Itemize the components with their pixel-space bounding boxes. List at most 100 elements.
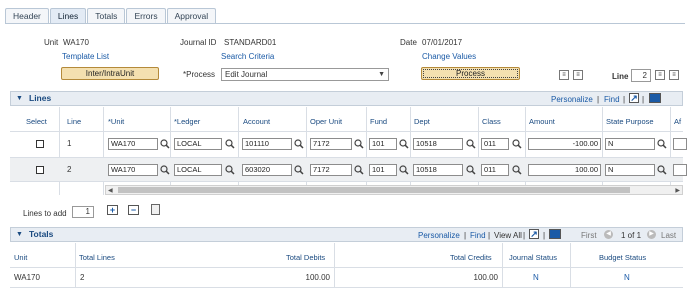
journal-id-value: STANDARD01 xyxy=(224,38,277,47)
process-button[interactable]: Process xyxy=(421,67,520,80)
lookup-icon[interactable] xyxy=(160,139,170,149)
lines-to-add-input[interactable]: 1 xyxy=(72,206,94,218)
table-row: WA170 2 100.00 100.00 N N xyxy=(0,273,693,285)
lines-personalize-link[interactable]: Personalize xyxy=(551,95,593,104)
pager-count: 1 of 1 xyxy=(621,231,642,240)
lookup-icon[interactable] xyxy=(225,165,235,175)
totals-journal-status-link[interactable]: N xyxy=(533,273,539,282)
scroll-left-icon[interactable]: ◀ xyxy=(108,187,113,194)
lookup-icon[interactable] xyxy=(294,139,304,149)
row-divider xyxy=(10,267,683,268)
col-af: Af xyxy=(674,117,682,126)
new-window-icon[interactable]: ↗ xyxy=(629,93,639,103)
row-state-purpose-input[interactable]: N xyxy=(605,164,655,176)
row-fund-input[interactable]: 101 xyxy=(369,138,397,150)
inter-intraunit-button[interactable]: Inter/IntraUnit xyxy=(61,67,159,80)
last-line-icon[interactable]: ≡ xyxy=(573,70,583,80)
tab-totals[interactable]: Totals xyxy=(87,8,126,24)
lines-to-add-label: Lines to add xyxy=(23,209,67,218)
scroll-right-icon[interactable]: ▶ xyxy=(675,187,680,194)
tab-errors[interactable]: Errors xyxy=(126,8,166,24)
lookup-icon[interactable] xyxy=(354,139,364,149)
previous-icon[interactable]: ◀ xyxy=(604,230,613,239)
row-select-checkbox[interactable] xyxy=(36,140,44,148)
tab-header[interactable]: Header xyxy=(5,8,49,24)
tab-lines[interactable]: Lines xyxy=(49,8,87,24)
totals-budget-status-link[interactable]: N xyxy=(624,273,630,282)
line-input[interactable]: 2 xyxy=(631,69,651,82)
totals-find-link[interactable]: Find xyxy=(470,231,486,240)
horizontal-scrollbar[interactable]: ◀ ▶ xyxy=(105,185,683,195)
scrollbar-thumb[interactable] xyxy=(118,187,630,193)
totals-grid-title: Totals xyxy=(29,229,54,239)
pager-last[interactable]: Last xyxy=(661,231,676,240)
row-ledger-input[interactable]: LOCAL xyxy=(174,138,222,150)
lookup-icon[interactable] xyxy=(657,139,667,149)
template-list-link[interactable]: Template List xyxy=(62,52,109,61)
calculator-icon[interactable] xyxy=(151,204,160,215)
row-line: 1 xyxy=(67,139,72,148)
totals-separator-4: | xyxy=(543,231,546,240)
tab-approval[interactable]: Approval xyxy=(166,8,217,24)
next-icon[interactable]: ▶ xyxy=(647,230,656,239)
totals-separator-3: | xyxy=(523,231,526,240)
col-amount: Amount xyxy=(529,117,555,126)
row-select-checkbox[interactable] xyxy=(36,166,44,174)
change-values-link[interactable]: Change Values xyxy=(422,52,476,61)
totals-unit: WA170 xyxy=(14,273,40,282)
lookup-icon[interactable] xyxy=(354,165,364,175)
totals-personalize-link[interactable]: Personalize xyxy=(418,231,460,240)
row-state-purpose-input[interactable]: N xyxy=(605,138,655,150)
search-criteria-link[interactable]: Search Criteria xyxy=(221,52,274,61)
first-line-icon[interactable]: ≡ xyxy=(559,70,569,80)
row-amount-input[interactable]: 100.00 xyxy=(528,164,601,176)
col-ledger: *Ledger xyxy=(174,117,201,126)
lookup-icon[interactable] xyxy=(399,165,409,175)
delete-row-icon[interactable]: − xyxy=(128,205,139,215)
lookup-icon[interactable] xyxy=(512,139,522,149)
line-label: Line xyxy=(612,72,629,81)
row-account-input[interactable]: 603020 xyxy=(242,164,292,176)
totals-col-total-debits: Total Debits xyxy=(286,253,326,262)
lookup-icon[interactable] xyxy=(225,139,235,149)
download-grid-icon[interactable] xyxy=(549,229,561,239)
row-class-input[interactable]: 011 xyxy=(481,164,509,176)
row-class-input[interactable]: 011 xyxy=(481,138,509,150)
lookup-icon[interactable] xyxy=(657,165,667,175)
download-grid-icon[interactable] xyxy=(649,93,661,103)
chevron-down-icon: ▼ xyxy=(378,71,385,78)
row-dept-input[interactable]: 10518 xyxy=(413,138,463,150)
totals-view-all-link[interactable]: View All xyxy=(494,231,522,240)
row-oper-unit-input[interactable]: 7172 xyxy=(310,138,352,150)
lookup-icon[interactable] xyxy=(512,165,522,175)
row-amount-input[interactable]: -100.00 xyxy=(528,138,601,150)
totals-col-unit: Unit xyxy=(14,253,28,262)
row-unit-input[interactable]: WA170 xyxy=(108,138,158,150)
lookup-icon[interactable] xyxy=(294,165,304,175)
row-af-input[interactable] xyxy=(673,138,687,150)
row-ledger-input[interactable]: LOCAL xyxy=(174,164,222,176)
add-row-icon[interactable]: + xyxy=(107,205,118,215)
row-unit-input[interactable]: WA170 xyxy=(108,164,158,176)
process-select[interactable]: Edit Journal ▼ xyxy=(221,68,389,81)
lookup-icon[interactable] xyxy=(399,139,409,149)
lookup-icon[interactable] xyxy=(160,165,170,175)
go-line-down-icon[interactable]: ≡ xyxy=(669,70,679,80)
lines-find-link[interactable]: Find xyxy=(604,95,620,104)
collapse-icon[interactable]: ▼ xyxy=(16,231,23,238)
lookup-icon[interactable] xyxy=(466,165,476,175)
lookup-icon[interactable] xyxy=(466,139,476,149)
row-account-input[interactable]: 101110 xyxy=(242,138,292,150)
lines-grid-title: Lines xyxy=(29,93,52,103)
row-af-input[interactable] xyxy=(673,164,687,176)
date-value: 07/01/2017 xyxy=(422,38,463,47)
row-dept-input[interactable]: 10518 xyxy=(413,164,463,176)
new-window-icon[interactable]: ↗ xyxy=(529,229,539,239)
pager-first[interactable]: First xyxy=(581,231,597,240)
row-fund-input[interactable]: 101 xyxy=(369,164,397,176)
col-unit: *Unit xyxy=(108,117,125,126)
row-oper-unit-input[interactable]: 7172 xyxy=(310,164,352,176)
totals-separator: | xyxy=(464,231,467,240)
collapse-icon[interactable]: ▼ xyxy=(16,95,23,102)
go-line-icon[interactable]: ≡ xyxy=(655,70,665,80)
